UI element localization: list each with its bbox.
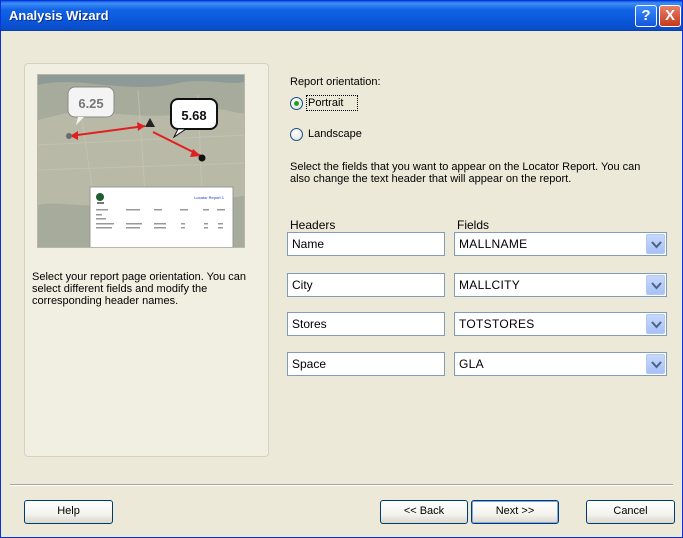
field-select-value: TOTSTORES bbox=[459, 317, 535, 331]
dropdown-button[interactable] bbox=[646, 275, 665, 295]
report-title-preview: Locator Report 1 bbox=[194, 195, 225, 200]
portrait-radio[interactable] bbox=[290, 97, 303, 110]
window-title: Analysis Wizard bbox=[9, 8, 109, 23]
chevron-down-icon bbox=[651, 321, 662, 329]
field-select-city[interactable]: MALLCITY bbox=[454, 273, 667, 297]
chevron-down-icon bbox=[651, 241, 662, 249]
portrait-label[interactable]: Portrait bbox=[308, 97, 343, 109]
landscape-label[interactable]: Landscape bbox=[308, 128, 362, 140]
left-description: Select your report page orientation. You… bbox=[32, 271, 247, 307]
field-select-value: MALLNAME bbox=[459, 237, 528, 251]
help-button[interactable]: Help bbox=[24, 500, 113, 524]
chevron-down-icon bbox=[651, 361, 662, 369]
fields-column-label: Fields bbox=[457, 218, 490, 232]
report-preview-image: 6.25 5.68 Locator Report 1 bbox=[37, 74, 245, 248]
field-select-name[interactable]: MALLNAME bbox=[454, 232, 667, 256]
field-select-value: MALLCITY bbox=[459, 278, 521, 292]
orientation-label: Report orientation: bbox=[290, 76, 381, 88]
header-input-name[interactable]: Name bbox=[287, 232, 445, 256]
back-button[interactable]: << Back bbox=[380, 500, 468, 524]
chevron-down-icon bbox=[651, 282, 662, 290]
header-input-stores[interactable]: Stores bbox=[287, 312, 445, 336]
dropdown-button[interactable] bbox=[646, 314, 665, 334]
field-select-stores[interactable]: TOTSTORES bbox=[454, 312, 667, 336]
header-input-city[interactable]: City bbox=[287, 273, 445, 297]
map-preview-graphic: 6.25 5.68 Locator Report 1 bbox=[38, 75, 244, 247]
header-input-space[interactable]: Space bbox=[287, 352, 445, 376]
distance-callout-a: 6.25 bbox=[78, 96, 103, 111]
dropdown-button[interactable] bbox=[646, 354, 665, 374]
field-select-value: GLA bbox=[459, 357, 484, 371]
analysis-wizard-window: Analysis Wizard ? X 6.25 5.68 Locator Re… bbox=[0, 0, 683, 538]
close-button[interactable]: X bbox=[659, 5, 681, 27]
landscape-radio[interactable] bbox=[290, 128, 303, 141]
field-select-space[interactable]: GLA bbox=[454, 352, 667, 376]
headers-column-label: Headers bbox=[290, 218, 336, 232]
footer-divider bbox=[10, 484, 673, 486]
fields-description: Select the fields that you want to appea… bbox=[290, 161, 641, 185]
help-title-button[interactable]: ? bbox=[635, 5, 657, 27]
cancel-button[interactable]: Cancel bbox=[586, 500, 675, 524]
distance-callout-b: 5.68 bbox=[181, 108, 206, 123]
dropdown-button[interactable] bbox=[646, 234, 665, 254]
title-bar[interactable]: Analysis Wizard ? X bbox=[1, 1, 682, 31]
next-button[interactable]: Next >> bbox=[471, 500, 559, 524]
